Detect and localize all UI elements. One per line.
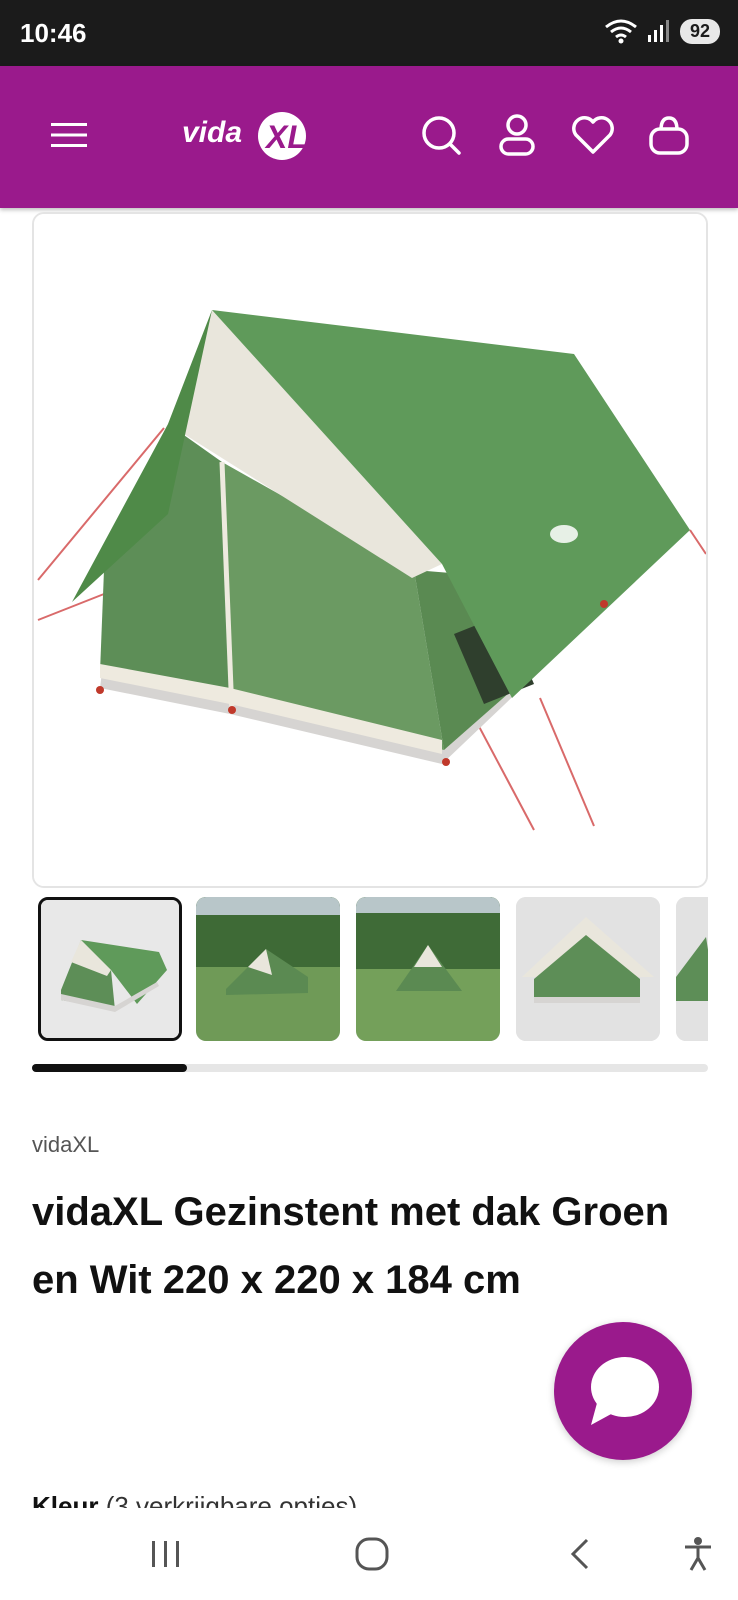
basket-icon <box>649 116 689 155</box>
thumbnail-5-image <box>676 897 708 1041</box>
search-icon <box>422 116 461 155</box>
thumbnail-4-image <box>516 897 660 1041</box>
home-icon <box>355 1537 389 1571</box>
vidaxl-logo[interactable]: vida XL <box>182 104 312 166</box>
search-button[interactable] <box>416 110 466 160</box>
back-button[interactable] <box>550 1528 610 1580</box>
user-icon <box>499 114 535 156</box>
thumbnail-1-image <box>41 900 179 1038</box>
menu-icon <box>51 123 87 147</box>
status-bar: 10:46 92 <box>0 0 738 66</box>
svg-text:vida: vida <box>182 116 242 149</box>
chat-icon <box>591 1357 659 1425</box>
thumbnail-1[interactable] <box>38 897 182 1041</box>
thumbnail-strip[interactable] <box>38 897 708 1043</box>
thumbnail-3[interactable] <box>356 897 500 1041</box>
heart-icon <box>572 116 614 154</box>
signal-icon <box>647 20 669 42</box>
account-button[interactable] <box>492 110 542 160</box>
gallery-scrollbar[interactable] <box>32 1064 708 1072</box>
battery-indicator: 92 <box>679 18 720 44</box>
home-button[interactable] <box>342 1528 402 1580</box>
thumbnail-3-image <box>356 897 500 1041</box>
svg-text:XL: XL <box>264 119 307 155</box>
product-title: vidaXL Gezinstent met dak Groen en Wit 2… <box>32 1190 670 1302</box>
thumbnail-2[interactable] <box>196 897 340 1041</box>
cart-button[interactable] <box>644 110 694 160</box>
chat-button[interactable] <box>554 1322 692 1460</box>
thumbnail-2-image <box>196 897 340 1041</box>
wifi-icon <box>605 19 637 44</box>
vidaxl-logo-mark: vida XL <box>182 112 307 160</box>
status-icons: 92 <box>604 18 720 44</box>
thumbnail-5[interactable] <box>676 897 708 1041</box>
back-icon <box>570 1538 589 1570</box>
accessibility-icon <box>685 1537 711 1571</box>
recents-button[interactable] <box>136 1528 196 1580</box>
site-header: vida XL <box>0 66 738 208</box>
product-brand[interactable]: vidaXL <box>32 1132 99 1158</box>
menu-button[interactable] <box>44 110 94 160</box>
accessibility-button[interactable] <box>668 1528 728 1580</box>
main-product-image[interactable] <box>32 212 708 888</box>
gallery-scrollbar-thumb[interactable] <box>32 1064 188 1072</box>
recents-icon <box>152 1541 179 1567</box>
tent-illustration <box>34 214 706 886</box>
system-nav-bar <box>0 1508 738 1600</box>
status-time: 10:46 <box>20 18 87 48</box>
wishlist-button[interactable] <box>568 110 618 160</box>
thumbnail-4[interactable] <box>516 897 660 1041</box>
